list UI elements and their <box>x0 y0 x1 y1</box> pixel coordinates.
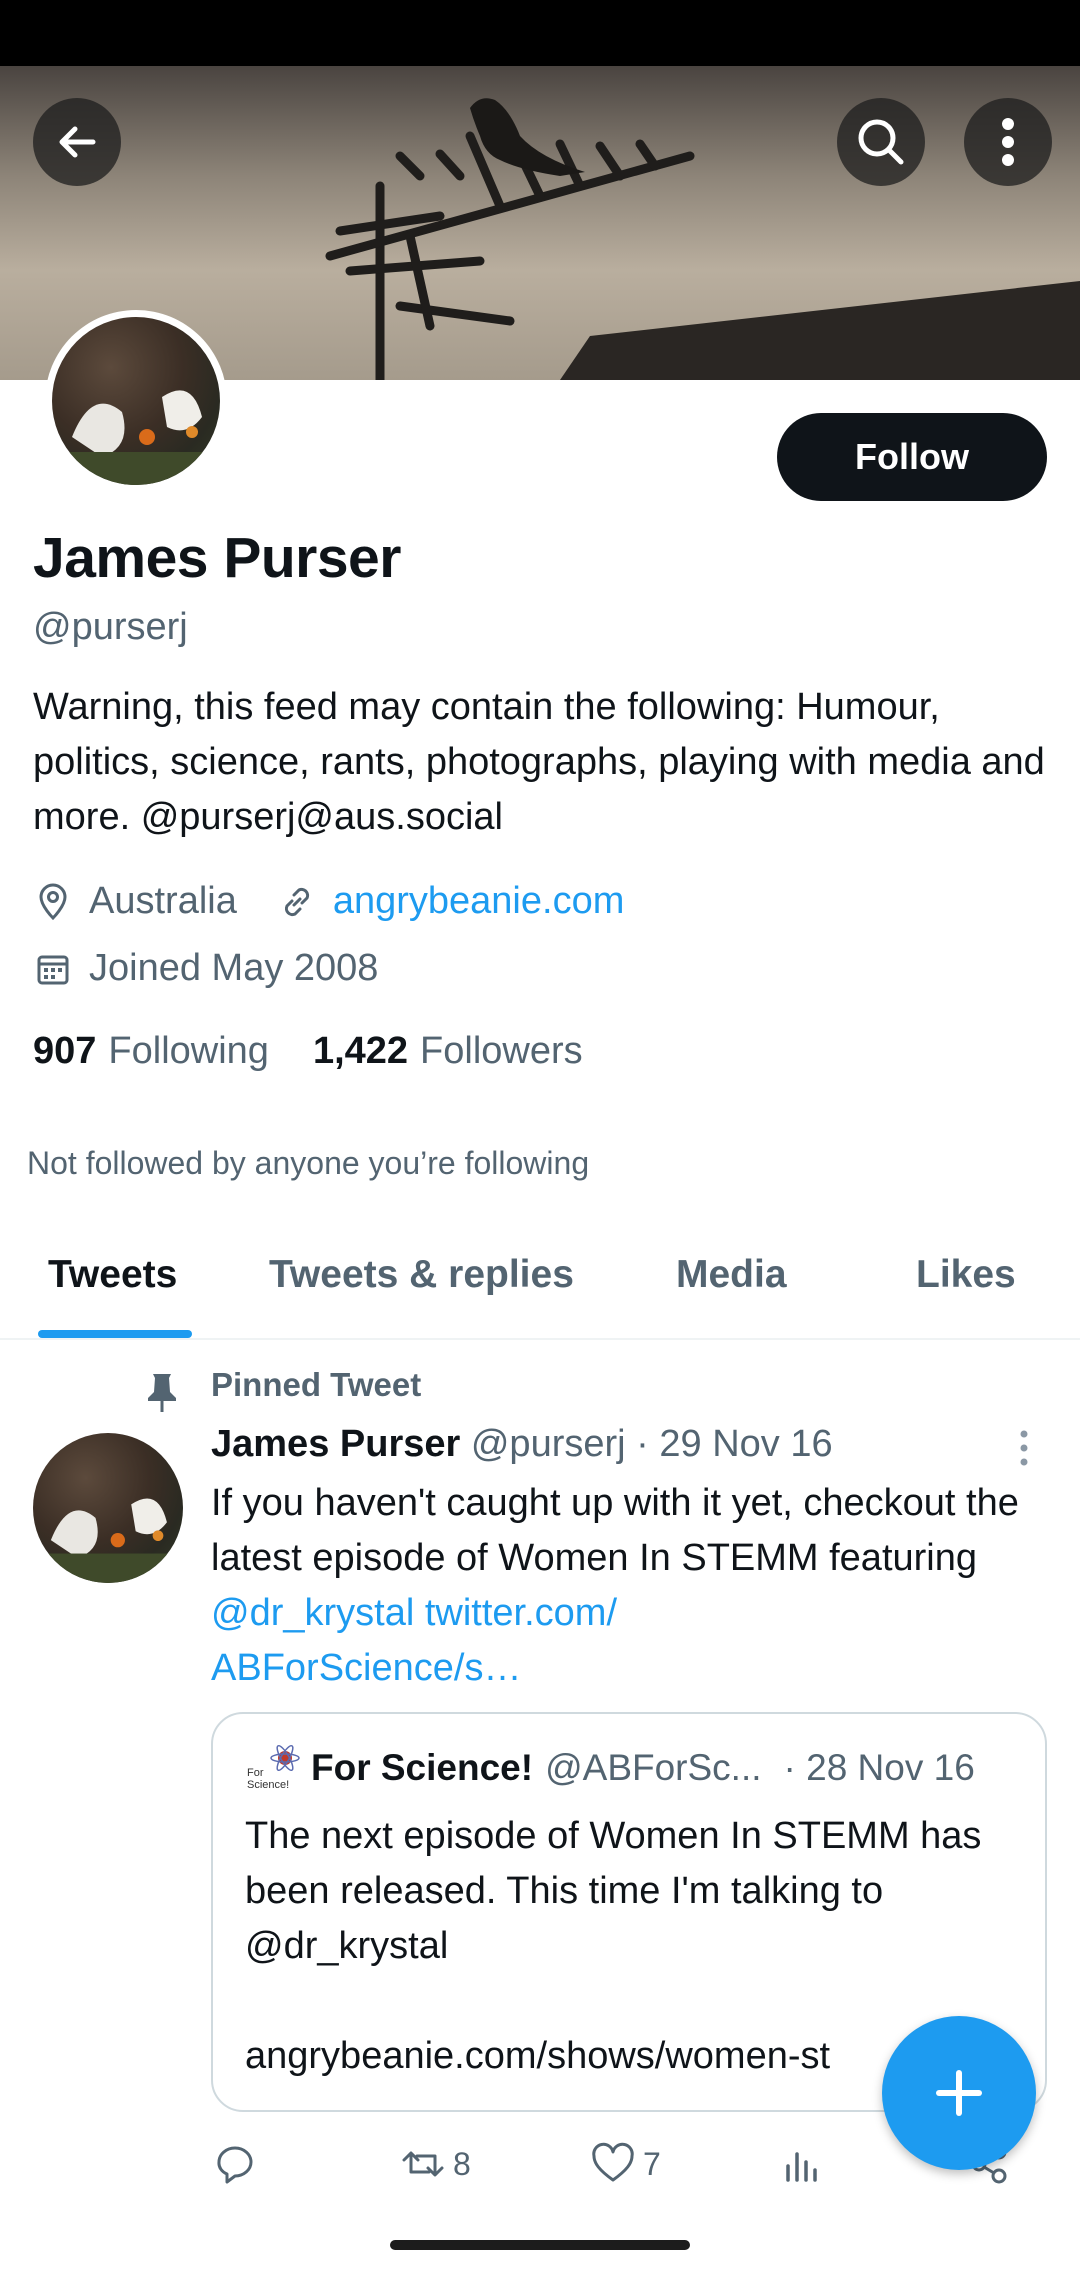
svg-text:For: For <box>247 1767 264 1779</box>
location-pin-icon <box>33 882 73 922</box>
tab-likes[interactable]: Likes <box>916 1253 1016 1297</box>
followers-count: 1,422 <box>312 1030 409 1072</box>
more-options-button[interactable] <box>964 98 1052 186</box>
quoted-tweet-header: For Science! For Science! @ABForSc... · … <box>245 1744 975 1792</box>
like-count: 7 <box>643 2145 661 2182</box>
profile-website-link[interactable]: angrybeanie.com <box>333 880 625 923</box>
following-count: 907 <box>33 1030 97 1072</box>
pin-icon <box>143 1370 181 1414</box>
compose-tweet-button[interactable] <box>882 2016 1036 2170</box>
for-science-logo: For Science! <box>245 1744 301 1792</box>
quoted-author-name: For Science! <box>311 1747 534 1788</box>
active-tab-indicator <box>38 1330 192 1338</box>
calendar-icon <box>33 949 73 989</box>
analytics-icon <box>778 2140 826 2188</box>
retweet-count: 8 <box>453 2145 471 2182</box>
followers-label: Followers <box>420 1030 583 1072</box>
search-icon <box>858 119 904 165</box>
analytics-button[interactable] <box>778 2140 832 2188</box>
tab-tweets[interactable]: Tweets <box>48 1253 177 1297</box>
tweet-date: · 29 Nov 16 <box>636 1423 833 1465</box>
home-indicator[interactable] <box>390 2240 690 2250</box>
profile-meta-joined-row: Joined May 2008 <box>33 947 378 990</box>
reply-button[interactable] <box>211 2140 265 2188</box>
profile-joined: Joined May 2008 <box>89 947 379 989</box>
profile-name: James Purser <box>33 526 401 590</box>
tweet-text-body: If you haven't caught up with it yet, ch… <box>211 1482 1019 1579</box>
not-followed-notice: Not followed by anyone you’re following <box>27 1145 590 1181</box>
tab-media[interactable]: Media <box>676 1253 787 1297</box>
profile-location: Australia <box>89 880 237 922</box>
profile-meta-location-row: Australia angrybeanie.com <box>33 880 624 923</box>
reply-icon <box>211 2140 259 2188</box>
svg-text:Science!: Science! <box>247 1779 289 1791</box>
profile-handle: @purserj <box>33 606 188 648</box>
status-bar <box>0 0 1080 66</box>
followers-count-link[interactable]: 1,422 Followers <box>313 1030 583 1073</box>
back-arrow-icon <box>59 126 96 158</box>
profile-tabs: Tweets Tweets & replies Media Likes <box>0 1225 1080 1340</box>
following-label: Following <box>108 1030 269 1072</box>
back-button[interactable] <box>33 98 121 186</box>
profile-bio: Warning, this feed may contain the follo… <box>33 686 1045 838</box>
tab-tweets-and-replies[interactable]: Tweets & replies <box>269 1253 574 1297</box>
follow-button[interactable]: Follow <box>777 413 1047 501</box>
more-vertical-icon <box>1020 1430 1028 1466</box>
tweet-author-avatar[interactable] <box>33 1433 183 1583</box>
profile-avatar[interactable] <box>45 310 227 492</box>
search-button[interactable] <box>837 98 925 186</box>
follow-counts: 907 Following 1,422 Followers <box>33 1030 627 1073</box>
tweet-url-part-1: twitter.com/ <box>424 1592 618 1634</box>
quoted-author-handle: @ABForSc... <box>545 1747 762 1788</box>
tweet-author-handle: @purserj <box>470 1423 626 1465</box>
tweet-more-button[interactable] <box>1012 1428 1036 1468</box>
quoted-tweet-date: · 28 Nov 16 <box>783 1747 975 1788</box>
like-icon <box>589 2140 637 2188</box>
link-icon <box>277 882 317 922</box>
pinned-tweet-label: Pinned Tweet <box>211 1366 422 1403</box>
more-vertical-icon <box>1002 118 1014 166</box>
tweet-text: If you haven't caught up with it yet, ch… <box>211 1476 1051 1696</box>
tweet-header: James Purser @purserj · 29 Nov 16 <box>211 1423 833 1466</box>
tweet-author-name[interactable]: James Purser <box>211 1423 460 1465</box>
following-count-link[interactable]: 907 Following <box>33 1030 269 1073</box>
retweet-button[interactable]: 8 <box>399 2140 471 2188</box>
tweet-url-part-2: ABForScience/s… <box>211 1647 522 1689</box>
avatar-image <box>52 317 220 485</box>
tweet-mention-link[interactable]: @dr_krystal <box>211 1592 414 1634</box>
retweet-icon <box>399 2140 447 2188</box>
plus-icon <box>936 2070 982 2116</box>
like-button[interactable]: 7 <box>589 2140 661 2188</box>
